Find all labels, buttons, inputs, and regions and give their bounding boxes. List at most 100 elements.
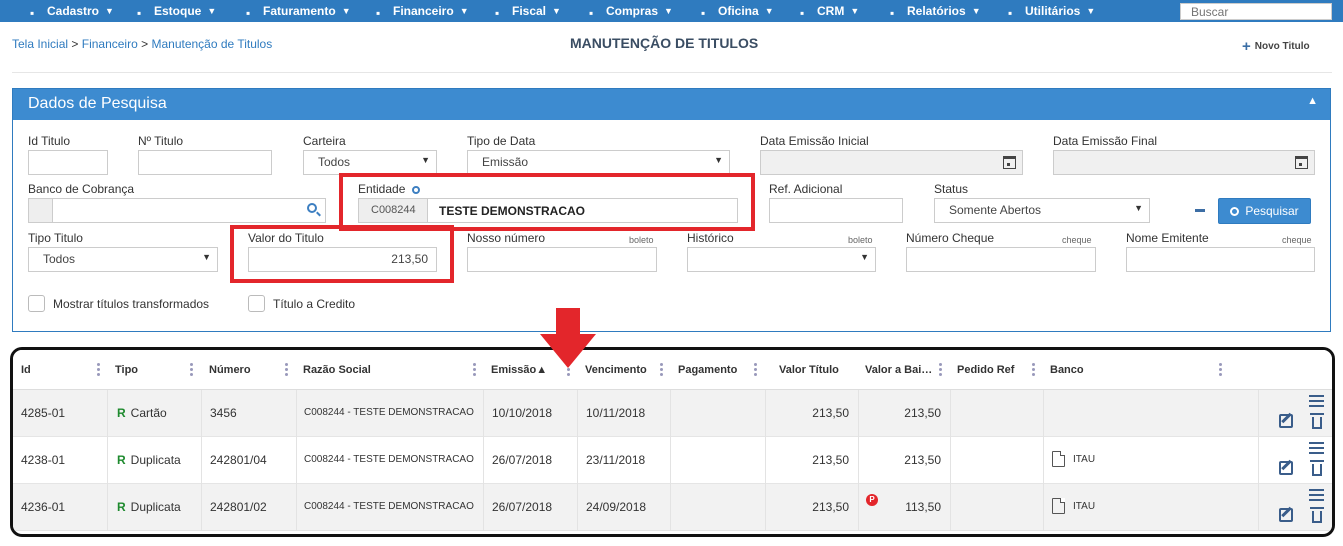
- column-menu-icon[interactable]: [473, 363, 476, 377]
- table-row[interactable]: 4236-01 R Duplicata 242801/02 C008244 - T…: [13, 484, 1332, 531]
- caret-down-icon: ▼: [341, 6, 351, 16]
- cell-numero: 3456: [210, 406, 237, 420]
- edit-icon[interactable]: [1279, 508, 1293, 522]
- results-grid: Id Tipo Número Razão Social Emissão▲ Ven…: [10, 347, 1335, 537]
- column-menu-icon[interactable]: [285, 363, 288, 377]
- numero-titulo-label: Nº Titulo: [138, 134, 184, 148]
- tipo-titulo-value: Todos: [43, 252, 76, 266]
- mostrar-transformados-checkbox[interactable]: [28, 295, 45, 312]
- search-button-label: Pesquisar: [1245, 204, 1299, 218]
- tipo-titulo-select[interactable]: Todos ▼: [28, 247, 218, 272]
- col-valor-titulo[interactable]: Valor Título: [779, 364, 839, 376]
- col-emissao[interactable]: Emissão▲: [491, 364, 547, 376]
- edit-icon[interactable]: [1279, 414, 1293, 428]
- minus-icon[interactable]: [1195, 209, 1205, 212]
- carteira-select[interactable]: Todos ▼: [303, 150, 437, 175]
- data-emissao-final-input[interactable]: [1053, 150, 1315, 175]
- pdf-icon[interactable]: [1052, 498, 1065, 514]
- search-button[interactable]: Pesquisar: [1218, 198, 1311, 224]
- nav-label: Faturamento: [263, 4, 336, 18]
- list-icon: ▪: [246, 6, 251, 20]
- nav-label: Estoque: [154, 4, 202, 18]
- nav-faturamento[interactable]: ▪ Faturamento ▼: [246, 0, 351, 22]
- receivable-badge: R: [117, 500, 126, 514]
- column-menu-icon[interactable]: [660, 363, 663, 377]
- table-row[interactable]: 4285-01 R Cartão 3456 C008244 - TESTE DEM…: [13, 390, 1332, 437]
- caret-down-icon: ▼: [459, 6, 469, 16]
- column-menu-icon[interactable]: [190, 363, 193, 377]
- tipo-data-label: Tipo de Data: [467, 134, 536, 148]
- users-icon: ▪: [800, 6, 805, 20]
- nav-estoque[interactable]: ▪ Estoque ▼: [137, 0, 216, 22]
- column-menu-icon[interactable]: [754, 363, 757, 377]
- column-menu-icon[interactable]: [939, 363, 942, 377]
- menu-icon[interactable]: [1309, 442, 1324, 444]
- column-menu-icon[interactable]: [97, 363, 100, 377]
- cell-tipo-text: Cartão: [130, 406, 167, 420]
- nav-crm[interactable]: ▪ CRM ▼: [800, 0, 859, 22]
- new-title-button[interactable]: + Novo Titulo: [1242, 38, 1310, 55]
- breadcrumb-current[interactable]: Manutenção de Titulos: [151, 37, 272, 51]
- breadcrumb-financeiro[interactable]: Financeiro: [82, 37, 138, 51]
- historico-select[interactable]: ▼: [687, 247, 876, 272]
- nav-cadastro[interactable]: ▪ Cadastro ▼: [30, 0, 114, 22]
- nosso-numero-label: Nosso número: [467, 231, 546, 245]
- menu-icon[interactable]: [1309, 489, 1324, 491]
- cell-id: 4236-01: [21, 500, 66, 514]
- search-icon[interactable]: [307, 203, 317, 213]
- tipo-titulo-label: Tipo Titulo: [28, 231, 83, 245]
- ref-adicional-input[interactable]: [769, 198, 903, 223]
- carteira-label: Carteira: [303, 134, 346, 148]
- nav-label: Oficina: [718, 4, 759, 18]
- pdf-icon[interactable]: [1052, 451, 1065, 467]
- numero-cheque-hint: cheque: [1062, 235, 1092, 245]
- nav-compras[interactable]: ▪ Compras ▼: [589, 0, 673, 22]
- col-pedido-ref[interactable]: Pedido Ref: [957, 364, 1014, 376]
- print-icon: ▪: [890, 6, 895, 20]
- col-id[interactable]: Id: [21, 364, 31, 376]
- global-search-input[interactable]: [1180, 3, 1332, 20]
- caret-down-icon: ▼: [1086, 6, 1096, 16]
- numero-titulo-input[interactable]: [138, 150, 272, 175]
- trash-icon[interactable]: [1310, 507, 1324, 523]
- col-razao-social[interactable]: Razão Social: [303, 364, 371, 376]
- col-valor-baixar[interactable]: Valor a Bai…: [865, 364, 932, 376]
- nav-financeiro[interactable]: ▪ Financeiro ▼: [376, 0, 469, 22]
- mostrar-transformados-label: Mostrar títulos transformados: [53, 297, 210, 311]
- calendar-icon[interactable]: [1295, 156, 1308, 169]
- col-pagamento[interactable]: Pagamento: [678, 364, 737, 376]
- col-banco[interactable]: Banco: [1050, 364, 1084, 376]
- nav-oficina[interactable]: ▪ Oficina ▼: [701, 0, 774, 22]
- tipo-data-select[interactable]: Emissão ▼: [467, 150, 730, 175]
- edit-icon[interactable]: [1279, 461, 1293, 475]
- nav-utilitarios[interactable]: ▪ Utilitários ▼: [1008, 0, 1095, 22]
- nome-emitente-input[interactable]: [1126, 247, 1315, 272]
- collapse-icon[interactable]: ▲: [1307, 95, 1318, 107]
- titulo-credito-checkbox[interactable]: [248, 295, 265, 312]
- menu-icon[interactable]: [1309, 395, 1324, 397]
- titulo-credito-label: Título a Credito: [273, 297, 356, 311]
- column-menu-icon[interactable]: [1219, 363, 1222, 377]
- nav-relatorios[interactable]: ▪ Relatórios ▼: [890, 0, 981, 22]
- cell-tipo: R Duplicata: [117, 500, 181, 514]
- nav-label: Fiscal: [512, 4, 547, 18]
- status-select[interactable]: Somente Abertos ▼: [934, 198, 1150, 223]
- nosso-numero-input[interactable]: [467, 247, 657, 272]
- id-titulo-input[interactable]: [28, 150, 108, 175]
- banco-cobranca-input[interactable]: [28, 198, 326, 223]
- col-tipo[interactable]: Tipo: [115, 364, 138, 376]
- trash-icon[interactable]: [1310, 460, 1324, 476]
- bolt-icon: ▪: [1008, 6, 1013, 20]
- data-emissao-inicial-input[interactable]: [760, 150, 1023, 175]
- numero-cheque-input[interactable]: [906, 247, 1096, 272]
- highlight-valor: [230, 225, 454, 283]
- calendar-icon[interactable]: [1003, 156, 1016, 169]
- breadcrumb-home[interactable]: Tela Inicial: [12, 37, 68, 51]
- col-numero[interactable]: Número: [209, 364, 251, 376]
- column-menu-icon[interactable]: [1032, 363, 1035, 377]
- table-row[interactable]: 4238-01 R Duplicata 242801/04 C008244 - T…: [13, 437, 1332, 484]
- caret-down-icon: ▼: [764, 6, 774, 16]
- trash-icon[interactable]: [1310, 413, 1324, 429]
- nav-fiscal[interactable]: ▪ Fiscal ▼: [495, 0, 561, 22]
- panel-title: Dados de Pesquisa: [28, 95, 167, 112]
